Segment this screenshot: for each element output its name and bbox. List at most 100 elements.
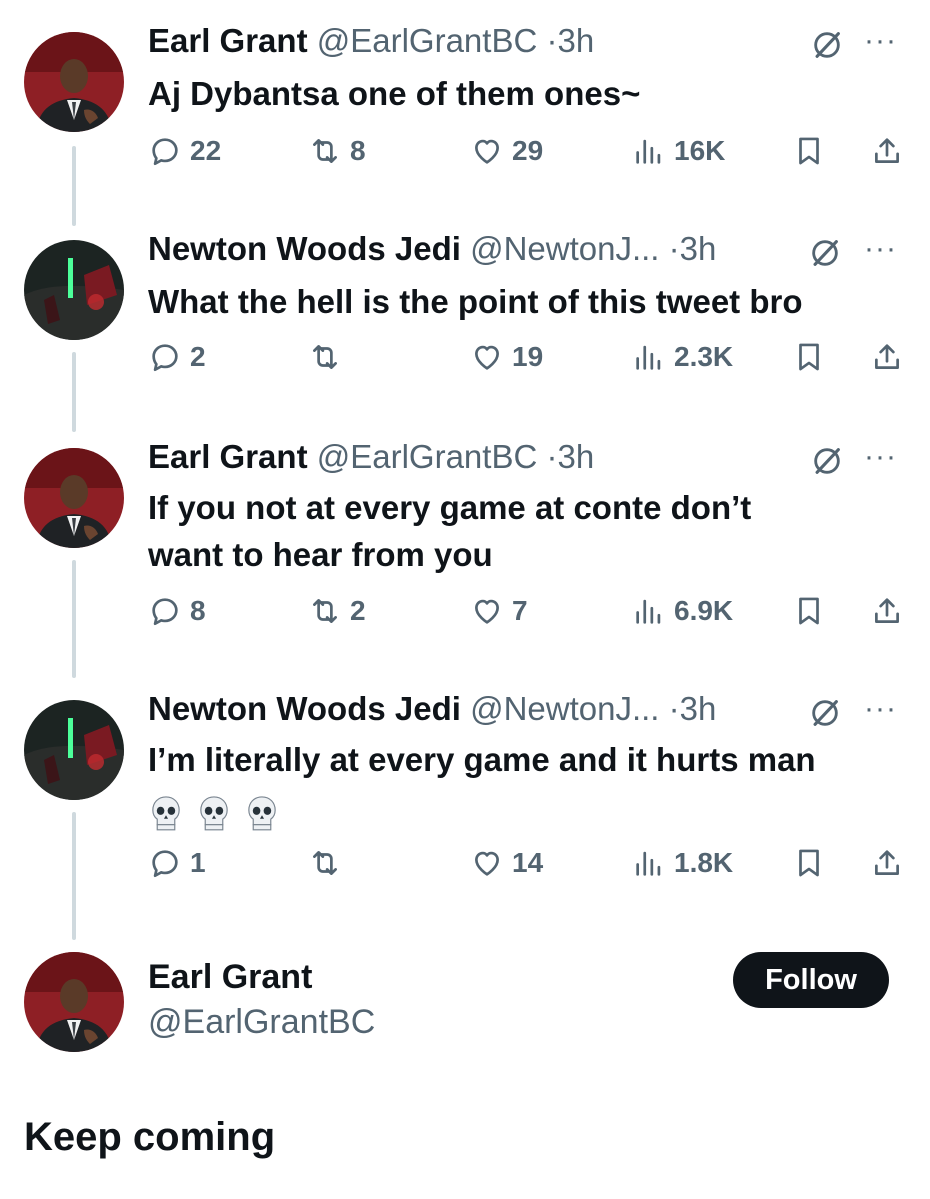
timestamp[interactable]: 3h — [680, 230, 717, 267]
views-button[interactable]: 1.8K — [632, 846, 733, 880]
retweet-button[interactable] — [308, 340, 350, 374]
grok-icon[interactable] — [810, 444, 844, 478]
grok-icon[interactable] — [808, 236, 842, 270]
reply-icon — [148, 594, 182, 628]
bookmark-icon — [792, 134, 826, 168]
thread-line — [72, 146, 76, 226]
retweet-icon — [308, 340, 342, 374]
retweet-button[interactable]: 2 — [308, 594, 366, 628]
tweet-text-line: want to hear from you — [148, 536, 493, 573]
bookmark-button[interactable] — [792, 134, 826, 168]
main-author-name[interactable]: Earl Grant — [148, 958, 312, 997]
share-icon — [870, 340, 904, 374]
view-count: 6.9K — [674, 595, 734, 626]
reply-button[interactable]: 22 — [148, 134, 221, 168]
author-handle[interactable]: @NewtonJ... — [470, 690, 659, 727]
avatar[interactable] — [24, 32, 124, 132]
view-count: 2.3K — [674, 341, 734, 372]
author-name[interactable]: Earl Grant — [148, 438, 308, 475]
more-options-icon[interactable]: ··· — [864, 692, 897, 726]
more-options-icon[interactable]: ··· — [864, 232, 897, 266]
author-name[interactable]: Newton Woods Jedi — [148, 230, 461, 267]
share-button[interactable] — [870, 594, 904, 628]
timestamp[interactable]: 3h — [680, 690, 717, 727]
reply-count: 22 — [190, 135, 222, 166]
reply-button[interactable]: 8 — [148, 594, 206, 628]
retweet-icon — [308, 846, 342, 880]
main-author-handle[interactable]: @EarlGrantBC — [148, 1003, 375, 1042]
author-handle[interactable]: @NewtonJ... — [470, 230, 659, 267]
share-icon — [870, 846, 904, 880]
like-button[interactable]: 29 — [470, 134, 543, 168]
views-icon — [632, 594, 666, 628]
retweet-icon — [308, 594, 342, 628]
separator-dot: · — [668, 230, 680, 267]
more-options-icon[interactable]: ··· — [864, 440, 897, 474]
reply-icon — [148, 846, 182, 880]
reply-count: 1 — [190, 847, 206, 878]
retweet-count: 8 — [350, 135, 366, 166]
follow-button[interactable]: Follow — [733, 952, 889, 1008]
reply-icon — [148, 134, 182, 168]
tweet-header: Earl Grant @EarlGrantBC ·3h — [148, 22, 594, 60]
tweet-text-line: I’m literally at every game and it hurts… — [148, 741, 816, 778]
heart-icon — [470, 340, 504, 374]
views-icon — [632, 340, 666, 374]
retweet-count: 2 — [350, 595, 366, 626]
tweet-header: Newton Woods Jedi @NewtonJ... ·3h — [148, 230, 716, 268]
bookmark-button[interactable] — [792, 846, 826, 880]
retweet-button[interactable] — [308, 846, 350, 880]
bookmark-icon — [792, 594, 826, 628]
more-options-icon[interactable]: ··· — [864, 24, 897, 58]
avatar[interactable] — [24, 448, 124, 548]
author-name[interactable]: Newton Woods Jedi — [148, 690, 461, 727]
avatar[interactable] — [24, 952, 124, 1052]
bookmark-icon — [792, 340, 826, 374]
share-button[interactable] — [870, 846, 904, 880]
share-icon — [870, 134, 904, 168]
skull-emoji-icon — [196, 794, 232, 832]
separator-dot: · — [668, 690, 680, 727]
avatar[interactable] — [24, 240, 124, 340]
grok-icon[interactable] — [810, 28, 844, 62]
view-count: 1.8K — [674, 847, 734, 878]
bookmark-button[interactable] — [792, 594, 826, 628]
main-tweet-text: Keep coming — [24, 1115, 276, 1159]
author-handle[interactable]: @EarlGrantBC — [317, 22, 538, 59]
bookmark-button[interactable] — [792, 340, 826, 374]
reply-button[interactable]: 2 — [148, 340, 206, 374]
separator-dot: · — [546, 438, 558, 475]
action-bar: 22 8 29 16K — [148, 134, 908, 178]
like-count: 14 — [512, 847, 544, 878]
author-handle[interactable]: @EarlGrantBC — [317, 438, 538, 475]
like-button[interactable]: 19 — [470, 340, 543, 374]
thread-line — [72, 812, 76, 940]
reply-button[interactable]: 1 — [148, 846, 206, 880]
tweet-header: Newton Woods Jedi @NewtonJ... ·3h — [148, 690, 716, 728]
author-name[interactable]: Earl Grant — [148, 22, 308, 59]
like-button[interactable]: 7 — [470, 594, 528, 628]
view-count: 16K — [674, 135, 726, 166]
avatar[interactable] — [24, 700, 124, 800]
heart-icon — [470, 134, 504, 168]
reply-count: 8 — [190, 595, 206, 626]
like-button[interactable]: 14 — [470, 846, 543, 880]
grok-icon[interactable] — [808, 696, 842, 730]
tweet-text: What the hell is the point of this tweet… — [148, 283, 803, 320]
tweet-text: Aj Dybantsa one of them ones~ — [148, 75, 641, 112]
views-icon — [632, 134, 666, 168]
emoji-row — [148, 787, 816, 834]
thread-line — [72, 560, 76, 678]
heart-icon — [470, 594, 504, 628]
share-icon — [870, 594, 904, 628]
timestamp[interactable]: 3h — [557, 22, 594, 59]
views-button[interactable]: 6.9K — [632, 594, 733, 628]
timestamp[interactable]: 3h — [557, 438, 594, 475]
share-button[interactable] — [870, 134, 904, 168]
like-count: 29 — [512, 135, 544, 166]
views-button[interactable]: 16K — [632, 134, 725, 168]
share-button[interactable] — [870, 340, 904, 374]
retweet-button[interactable]: 8 — [308, 134, 366, 168]
tweet-text-line: If you not at every game at conte don’t — [148, 489, 752, 526]
views-button[interactable]: 2.3K — [632, 340, 733, 374]
